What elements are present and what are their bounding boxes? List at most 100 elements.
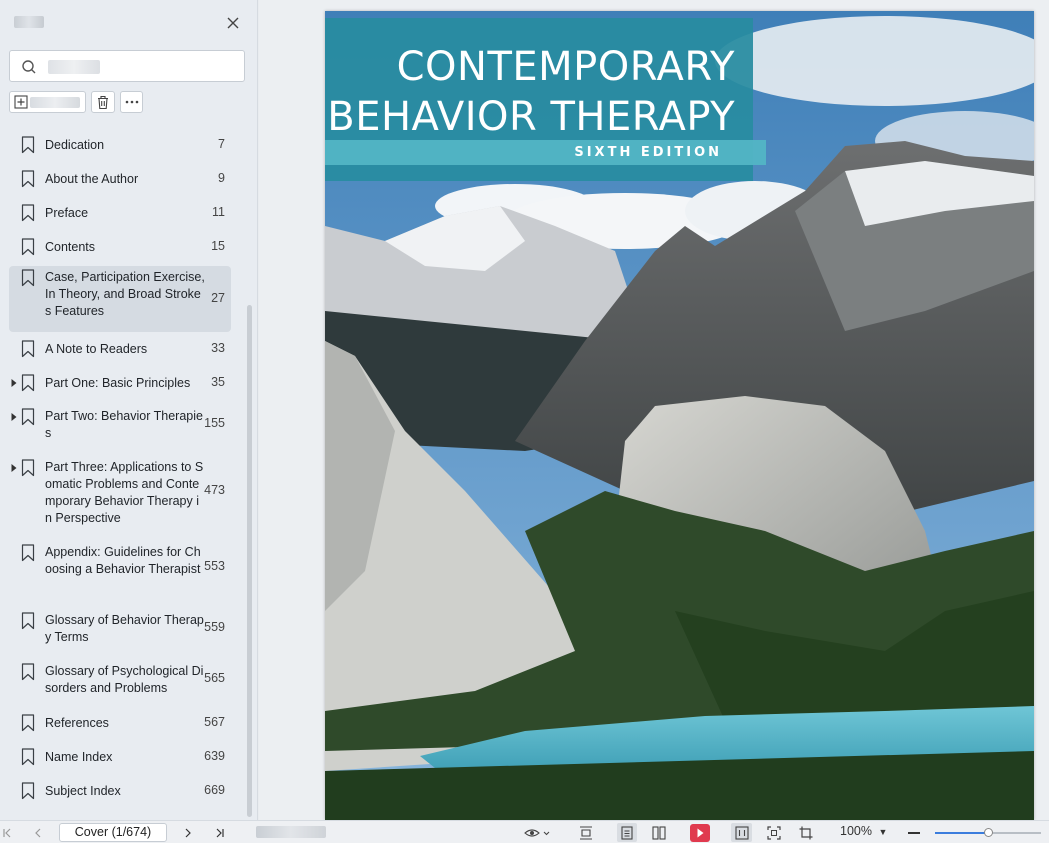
single-page-view-button[interactable]: [617, 823, 637, 842]
last-page-button[interactable]: [212, 823, 228, 842]
single-page-icon: [621, 825, 633, 840]
read-aloud-button[interactable]: [689, 823, 710, 842]
toc-item-label: A Note to Readers: [45, 342, 148, 356]
toc-item-label: Subject Index: [45, 784, 121, 798]
toc-item-page: 473: [204, 483, 225, 497]
toc-item-label: Case, Participation Exercise, In Theory,…: [45, 270, 205, 318]
chevron-down-icon: ▼: [878, 827, 888, 837]
toc-item-label: About the Author: [45, 172, 139, 186]
previous-page-button[interactable]: [31, 823, 45, 842]
zoom-level[interactable]: 100% ▼: [840, 824, 887, 838]
search-box[interactable]: [9, 50, 245, 82]
toc-item-label: Part Two: Behavior Therapies: [45, 409, 203, 440]
toc-item-page: 567: [204, 715, 225, 729]
status-bar: Cover (1/674) 100% ▼: [0, 820, 1049, 843]
toc-item-page: 9: [218, 171, 225, 185]
toc-item[interactable]: Part Two: Behavior Therapies 155: [9, 405, 231, 443]
bookmark-icon: [21, 714, 35, 732]
toc-item-label: Contents: [45, 240, 96, 254]
zoom-slider-thumb[interactable]: [984, 828, 993, 837]
more-icon: [125, 100, 138, 104]
add-bookmark-button[interactable]: [9, 91, 86, 113]
toc-item-label: Name Index: [45, 750, 113, 764]
last-page-icon: [216, 828, 224, 837]
bookmark-icon: [21, 782, 35, 800]
toc-item-label: Part One: Basic Principles: [45, 376, 191, 390]
toc-item[interactable]: A Note to Readers 33: [9, 337, 231, 361]
bookmark-icon: [21, 238, 35, 256]
expand-arrow-icon[interactable]: [10, 378, 18, 388]
toc-item-page: 155: [204, 416, 225, 430]
fit-width-icon: [734, 825, 749, 840]
first-page-icon: [3, 828, 11, 837]
toc-item-page: 11: [212, 205, 225, 219]
add-bookmark-icon: [14, 95, 28, 109]
bookmark-icon: [21, 340, 35, 358]
document-viewer[interactable]: CONTEMPORARY BEHAVIOR THERAPY SIXTH EDIT…: [259, 0, 1049, 820]
status-text-redacted: [256, 826, 326, 838]
toc-item[interactable]: Appendix: Guidelines for Choosing a Beha…: [9, 541, 231, 593]
zoom-out-button[interactable]: [906, 823, 922, 842]
toc-item-page: 15: [211, 239, 225, 253]
toc-item-page: 559: [204, 620, 225, 634]
fit-width-view-button[interactable]: [731, 823, 752, 842]
bookmark-icon: [21, 544, 35, 562]
toc-item-label: Preface: [45, 206, 89, 220]
cover-edition: SIXTH EDITION: [574, 145, 722, 160]
toc-item[interactable]: References 567: [9, 711, 231, 735]
bookmark-icon: [21, 204, 35, 222]
toc-item[interactable]: Part One: Basic Principles 35: [9, 371, 231, 395]
bookmark-icon: [21, 170, 35, 188]
first-page-button[interactable]: [0, 823, 14, 842]
toc-item-page: 7: [218, 137, 225, 151]
toc-item-label: Glossary of Behavior Therapy Terms: [45, 613, 204, 644]
toc-item[interactable]: About the Author 9: [9, 167, 231, 191]
minus-icon: [908, 831, 920, 834]
play-icon: [689, 823, 710, 842]
toc-item-page: 27: [211, 291, 225, 305]
expand-arrow-icon[interactable]: [10, 412, 18, 422]
toc-item[interactable]: Glossary of Behavior Therapy Terms 559: [9, 609, 231, 647]
toc-item[interactable]: Name Index 639: [9, 745, 231, 769]
toc-item[interactable]: Preface 11: [9, 201, 231, 225]
bookmark-icon: [21, 612, 35, 630]
eye-icon: [524, 828, 550, 837]
delete-bookmark-button[interactable]: [91, 91, 115, 113]
fullscreen-button[interactable]: [765, 823, 783, 842]
bookmark-icon: [21, 408, 35, 426]
sidebar-title-redacted: [14, 16, 44, 28]
more-options-button[interactable]: [120, 91, 143, 113]
toc-sidebar: Dedication 7 About the Author 9 Preface 11 Con…: [0, 0, 258, 820]
chevron-left-icon: [35, 828, 41, 837]
crop-button[interactable]: [797, 823, 815, 842]
toc-item[interactable]: Glossary of Psychological Disorders and …: [9, 660, 231, 698]
toc-item-label: Part Three: Applications to Somatic Prob…: [45, 460, 204, 525]
close-icon: [227, 17, 239, 29]
fit-height-button[interactable]: [577, 823, 595, 842]
toc-item[interactable]: Part Three: Applications to Somatic Prob…: [9, 456, 231, 526]
toc-item[interactable]: Dedication 7: [9, 133, 231, 157]
search-input[interactable]: [40, 55, 236, 77]
crop-icon: [799, 826, 813, 839]
page-indicator[interactable]: Cover (1/674): [59, 823, 167, 842]
toc-item-page: 553: [204, 559, 225, 573]
next-page-button[interactable]: [181, 823, 195, 842]
add-bookmark-label-redacted: [30, 97, 80, 108]
cover-title-line1: CONTEMPORARY: [396, 44, 735, 90]
toc-item-page: 35: [211, 375, 225, 389]
toc-item-page: 565: [204, 671, 225, 685]
toc-item[interactable]: Case, Participation Exercise, In Theory,…: [9, 266, 231, 332]
two-page-view-button[interactable]: [650, 823, 668, 842]
zoom-slider[interactable]: [935, 828, 1041, 837]
expand-arrow-icon[interactable]: [10, 463, 18, 473]
sidebar-scrollbar[interactable]: [247, 305, 252, 817]
toc-item-label: References: [45, 716, 109, 730]
toc-item-page: 33: [211, 341, 225, 355]
fit-height-icon: [580, 825, 592, 840]
toc-item-label: Glossary of Psychological Disorders and …: [45, 664, 204, 695]
eye-mode-button[interactable]: [521, 823, 553, 842]
toc-item[interactable]: Subject Index 669: [9, 779, 231, 803]
toc-item[interactable]: Contents 15: [9, 235, 231, 259]
toc-item-page: 669: [204, 783, 225, 797]
close-sidebar-button[interactable]: [222, 12, 244, 34]
